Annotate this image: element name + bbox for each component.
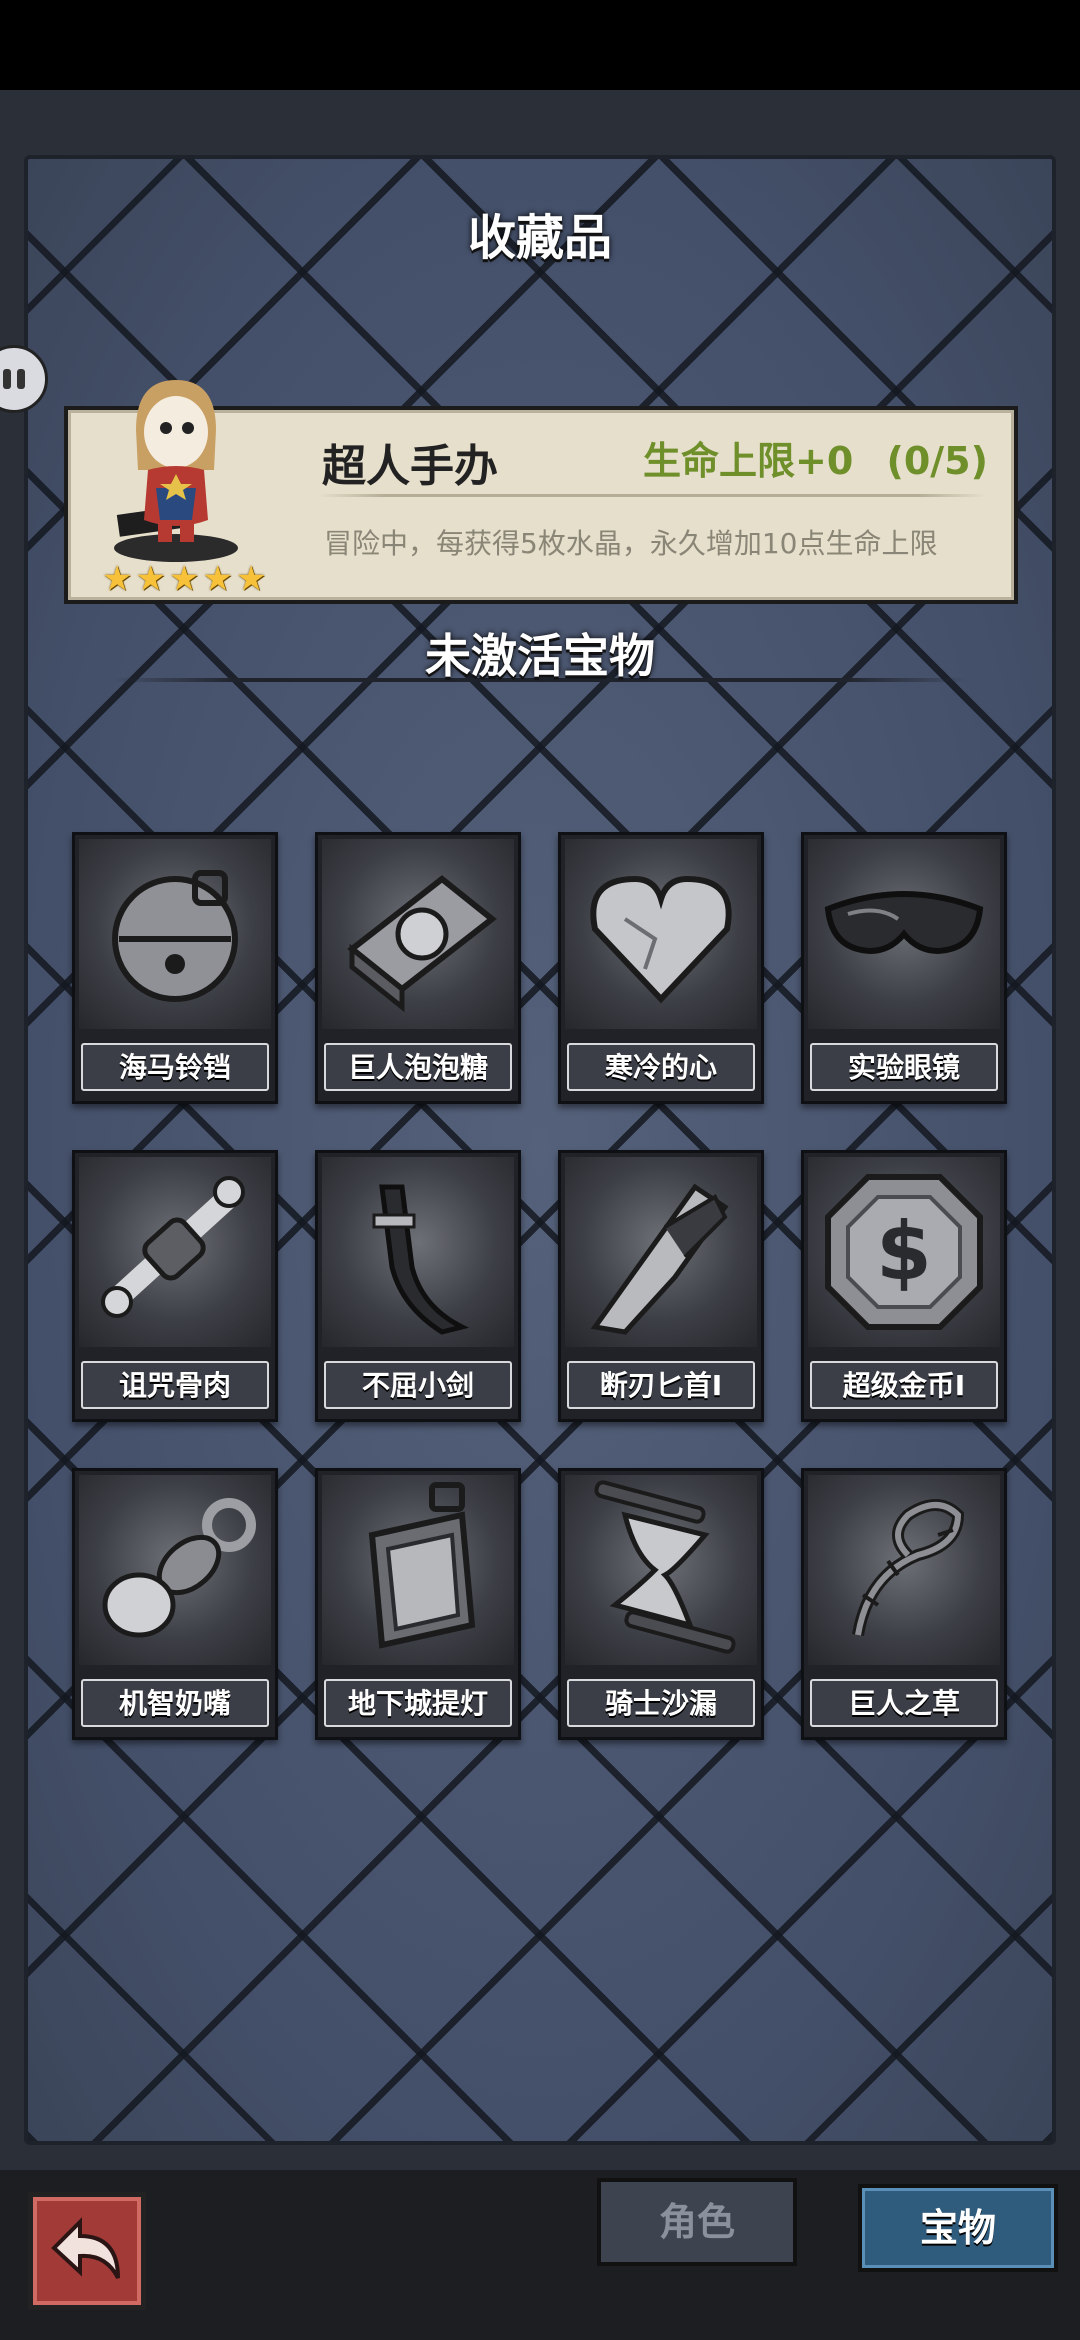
- featured-collectible-card[interactable]: ★ ★ ★ ★ ★ 超人手办 生命上限+0 (0/5) 冒险中，每获得5枚水晶，…: [64, 380, 1018, 604]
- rarity-stars: ★ ★ ★ ★ ★: [102, 562, 266, 596]
- collection-frame: 收藏品 ★ ★ ★ ★ ★ 超人手办 生命上限+0 (0/5) 冒险中，每获得5…: [0, 90, 1080, 2170]
- gum-pack-icon: [347, 875, 497, 1013]
- star-icon: ★: [168, 559, 200, 599]
- star-icon: ★: [202, 559, 233, 599]
- treasure-label: 骑士沙漏: [567, 1679, 755, 1727]
- treasure-label: 不屈小剑: [324, 1361, 512, 1409]
- treasure-label: 海马铃铛: [81, 1043, 269, 1091]
- treasure-card[interactable]: 巨人之草: [801, 1468, 1007, 1740]
- treasure-card[interactable]: 海马铃铛: [72, 832, 278, 1104]
- effect-value: 生命上限+0: [642, 439, 854, 483]
- broken-dagger-icon: [590, 1183, 729, 1335]
- featured-name: 超人手办: [322, 441, 498, 492]
- treasure-label: 断刃匕首I: [567, 1361, 755, 1409]
- treasure-card[interactable]: 地下城提灯: [315, 1468, 521, 1740]
- tab-role[interactable]: 角色: [597, 2178, 797, 2266]
- lantern-icon: [368, 1482, 476, 1649]
- coin-icon: $: [825, 1174, 983, 1330]
- back-arrow-icon: [51, 2217, 120, 2279]
- treasure-card[interactable]: $ 超级金币I: [801, 1150, 1007, 1422]
- svg-text:$: $: [876, 1205, 932, 1298]
- bone-meat-icon: [101, 1176, 245, 1318]
- featured-divider: [318, 494, 986, 497]
- treasure-card[interactable]: 寒冷的心: [558, 832, 764, 1104]
- thorny-vine-icon: [852, 1499, 965, 1637]
- goggles-icon: [824, 891, 984, 955]
- featured-description: 冒险中，每获得5枚水晶，永久增加10点生命上限: [324, 527, 938, 560]
- treasure-label: 巨人泡泡糖: [324, 1043, 512, 1091]
- tab-treasure[interactable]: 宝物: [858, 2184, 1058, 2272]
- treasure-label: 超级金币I: [810, 1361, 998, 1409]
- treasure-label: 巨人之草: [810, 1679, 998, 1727]
- treasure-card[interactable]: 机智奶嘴: [72, 1468, 278, 1740]
- effect-progress: (0/5): [886, 439, 989, 483]
- stone-heart-icon: [590, 875, 732, 1004]
- section-title: 未激活宝物: [425, 629, 655, 683]
- superhero-figure-icon: [114, 380, 238, 562]
- page-title: 收藏品: [467, 210, 612, 266]
- treasure-card[interactable]: 巨人泡泡糖: [315, 832, 521, 1104]
- treasure-label: 地下城提灯: [324, 1679, 512, 1727]
- back-button[interactable]: [28, 2192, 146, 2310]
- treasure-label: 诅咒骨肉: [81, 1361, 269, 1409]
- bottom-bar: 角色 宝物: [0, 2170, 1080, 2340]
- treasure-card[interactable]: 诅咒骨肉: [72, 1150, 278, 1422]
- treasure-card[interactable]: 不屈小剑: [315, 1150, 521, 1422]
- status-bar: [0, 0, 1080, 90]
- featured-effect: 生命上限+0 (0/5): [643, 430, 988, 485]
- star-icon: ★: [135, 559, 166, 599]
- treasure-card[interactable]: 实验眼镜: [801, 832, 1007, 1104]
- treasure-card[interactable]: 断刃匕首I: [558, 1150, 764, 1422]
- treasure-label: 机智奶嘴: [81, 1679, 269, 1727]
- treasure-label: 寒冷的心: [567, 1043, 755, 1091]
- bell-icon: [112, 870, 238, 1002]
- treasure-card[interactable]: 骑士沙漏: [558, 1468, 764, 1740]
- star-icon: ★: [235, 559, 267, 599]
- small-sword-icon: [372, 1184, 470, 1335]
- hourglass-icon: [594, 1480, 736, 1654]
- star-icon: ★: [102, 559, 133, 599]
- treasure-label: 实验眼镜: [810, 1043, 998, 1091]
- pacifier-icon: [102, 1498, 256, 1638]
